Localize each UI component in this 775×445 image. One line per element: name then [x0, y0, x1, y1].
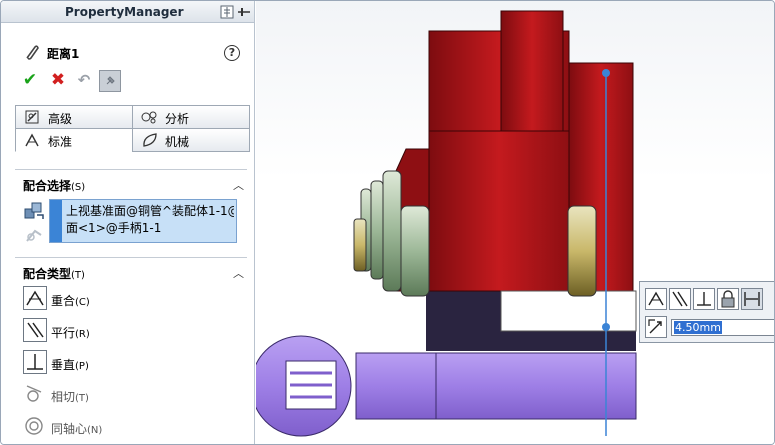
feature-row: 距离1 ? — [1, 41, 255, 65]
popup-lock-button[interactable] — [717, 288, 739, 310]
mate-type-concentric[interactable]: 同轴心(N) — [23, 414, 243, 440]
action-row: ✔ ✖ ↶ — [1, 69, 255, 93]
mate-popup-toolbar: 4.50mm — [639, 281, 774, 343]
coincident-icon — [648, 291, 664, 306]
mate-type-label: 垂直(P) — [51, 356, 89, 373]
popup-coincident-button[interactable] — [645, 288, 667, 310]
tab-label: 分析 — [165, 112, 190, 126]
pushpin-icon — [106, 76, 115, 85]
green-washer[interactable] — [370, 180, 384, 280]
tab-mechanical[interactable]: 机械 — [132, 128, 250, 152]
concentric-icon — [23, 414, 47, 438]
tab-analysis[interactable]: 分析 — [132, 105, 250, 129]
label-key: (P) — [75, 361, 89, 372]
tab-label: 标准 — [48, 135, 73, 149]
popup-parallel-button[interactable] — [669, 288, 691, 310]
popup-distance-button[interactable] — [741, 288, 763, 310]
section-label: 配合选择 — [23, 179, 72, 193]
list-item[interactable]: 面<1>@手柄1-1 — [66, 219, 234, 236]
mate-type-perpendicular[interactable]: 垂直(P) — [23, 350, 243, 376]
assembly-model[interactable] — [256, 1, 775, 445]
reference-point-bottom[interactable] — [602, 323, 610, 331]
entity-selection-icon — [23, 201, 45, 224]
yellow-spacer-left[interactable] — [353, 218, 367, 272]
parallel-icon — [23, 318, 47, 342]
list-item[interactable]: 上视基准面@铜管^装配体1-1@ — [66, 202, 234, 219]
yellow-roller-right[interactable] — [567, 205, 597, 297]
mate-type-label: 平行(R) — [51, 324, 90, 341]
keep-visible-button[interactable] — [99, 70, 121, 92]
distance-icon — [744, 292, 760, 306]
label-text: 重合 — [51, 294, 76, 308]
mate-type-label: 相切(T) — [51, 388, 89, 405]
section-label: 配合类型 — [23, 267, 72, 281]
collapse-caret-icon[interactable]: ︿ — [233, 265, 244, 281]
divider — [15, 257, 247, 258]
property-manager-panel: PropertyManager 距离1 ? ✔ ✖ ↶ 高级 分析 标准 机械 … — [1, 1, 255, 444]
lock-icon — [721, 290, 735, 308]
analysis-icon — [141, 109, 159, 128]
label-text: 平行 — [51, 326, 76, 340]
distance-mate-icon — [23, 43, 41, 64]
cancel-button[interactable]: ✖ — [47, 69, 69, 91]
distance-value: 4.50mm — [674, 321, 722, 334]
coincident-icon — [23, 286, 47, 310]
section-shortcut: (S) — [71, 182, 86, 193]
mate-type-label: 同轴心(N) — [51, 420, 102, 437]
tab-standard[interactable]: 标准 — [15, 128, 133, 152]
mate-type-parallel[interactable]: 平行(R) — [23, 318, 243, 344]
feature-name: 距离1 — [47, 47, 80, 61]
label-text: 相切 — [51, 390, 76, 404]
label-key: (C) — [75, 297, 90, 308]
advanced-mates-icon — [24, 109, 40, 128]
panel-title: PropertyManager — [65, 5, 184, 19]
parallel-icon — [672, 291, 688, 307]
label-text: 垂直 — [51, 358, 76, 372]
label-text: 同轴心 — [51, 422, 88, 436]
mate-types-title[interactable]: 配合类型(T) — [23, 265, 85, 282]
perpendicular-icon — [697, 292, 711, 306]
red-part-lower[interactable] — [428, 130, 570, 292]
green-roller-left[interactable] — [382, 170, 402, 292]
green-roller[interactable] — [400, 205, 430, 297]
divider — [15, 169, 247, 170]
section-shortcut: (T) — [71, 270, 85, 281]
tab-advanced[interactable]: 高级 — [15, 105, 133, 129]
standard-mates-icon — [24, 132, 40, 151]
mate-selection-list[interactable]: 上视基准面@铜管^装配体1-1@ 面<1>@手柄1-1 — [49, 199, 237, 243]
tab-label: 机械 — [165, 135, 190, 149]
graphics-viewport[interactable] — [256, 1, 775, 445]
mate-selection-title[interactable]: 配合选择(S) — [23, 177, 85, 194]
help-icon[interactable]: ? — [224, 45, 240, 61]
distance-input[interactable]: 4.50mm — [671, 319, 774, 336]
mate-tabs: 高级 分析 标准 机械 — [15, 105, 251, 153]
flip-dimension-icon[interactable] — [645, 316, 667, 338]
label-key: (N) — [87, 425, 103, 436]
label-key: (T) — [75, 393, 89, 404]
panel-pin-icon[interactable] — [220, 4, 252, 20]
label-key: (R) — [75, 329, 90, 340]
property-manager-header: PropertyManager — [1, 1, 254, 23]
white-slot — [500, 290, 637, 332]
secondary-selection-icon — [23, 225, 45, 248]
undo-button[interactable]: ↶ — [73, 69, 95, 91]
collapse-caret-icon[interactable]: ︿ — [233, 177, 244, 193]
mechanical-mates-icon — [141, 132, 159, 151]
reference-point-top[interactable] — [602, 69, 610, 77]
popup-perpendicular-button[interactable] — [693, 288, 715, 310]
tangent-icon — [23, 382, 47, 406]
perpendicular-icon — [23, 350, 47, 374]
mate-type-coincident[interactable]: 重合(C) — [23, 286, 243, 312]
purple-handle-bar[interactable] — [355, 352, 637, 420]
mate-type-label: 重合(C) — [51, 292, 90, 309]
tab-label: 高级 — [48, 112, 73, 126]
selection-bar — [50, 200, 62, 242]
ok-button[interactable]: ✔ — [19, 69, 41, 91]
window: PropertyManager 距离1 ? ✔ ✖ ↶ 高级 分析 标准 机械 … — [0, 0, 775, 445]
mate-type-tangent[interactable]: 相切(T) — [23, 382, 243, 408]
